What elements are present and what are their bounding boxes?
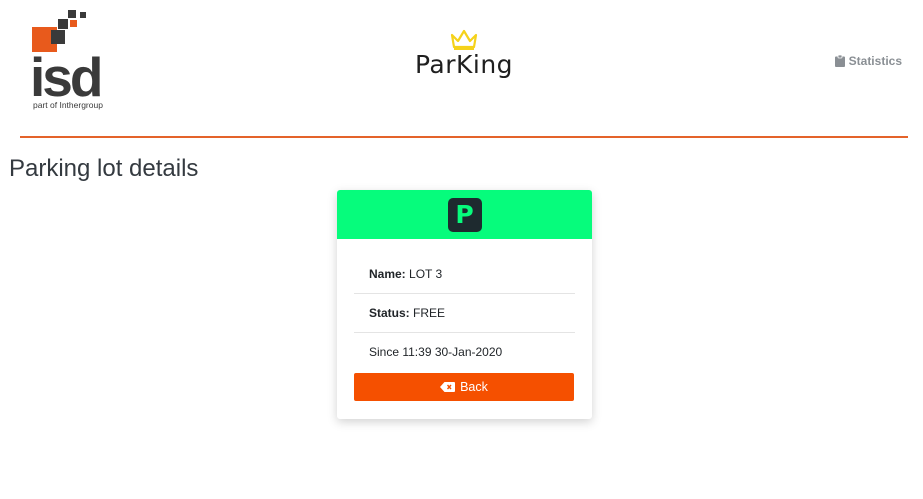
clipboard-icon — [834, 55, 845, 67]
logo-square-dark-tiny — [80, 12, 86, 18]
parking-lot-card: P Name: LOT 3 Status: FREE Since 11:39 3… — [337, 190, 592, 419]
card-header: P — [337, 190, 592, 239]
parking-icon: P — [447, 197, 482, 232]
status-row: Status: FREE — [354, 294, 575, 333]
parking-brand[interactable]: ParKing — [412, 28, 516, 84]
logo-square-dark-small — [68, 10, 76, 18]
logo-text: isd — [30, 46, 103, 108]
logo-tagline: part of Inthergroup — [33, 100, 103, 110]
backspace-icon — [440, 382, 456, 392]
logo-square-dark-mid — [51, 30, 65, 44]
back-button[interactable]: Back — [354, 373, 574, 401]
name-row: Name: LOT 3 — [354, 255, 575, 294]
logo-square-orange-small — [70, 20, 77, 27]
back-button-label: Back — [460, 380, 488, 394]
name-value: LOT 3 — [409, 267, 443, 281]
page-title: Parking lot details — [9, 155, 199, 182]
status-value: FREE — [413, 306, 446, 320]
since-row: Since 11:39 30-Jan-2020 — [354, 333, 575, 372]
card-body: Name: LOT 3 Status: FREE Since 11:39 30-… — [337, 239, 592, 401]
header-divider — [20, 136, 908, 138]
logo-square-dark — [58, 19, 68, 29]
status-label: Status: — [369, 306, 410, 320]
brand-name: ParKing — [414, 50, 514, 79]
since-text: Since 11:39 30-Jan-2020 — [369, 345, 503, 359]
name-label: Name: — [369, 267, 406, 281]
statistics-label: Statistics — [848, 54, 902, 68]
statistics-link[interactable]: Statistics — [834, 54, 902, 68]
crown-icon — [450, 29, 478, 50]
isd-logo: isd part of Inthergroup — [30, 10, 120, 114]
